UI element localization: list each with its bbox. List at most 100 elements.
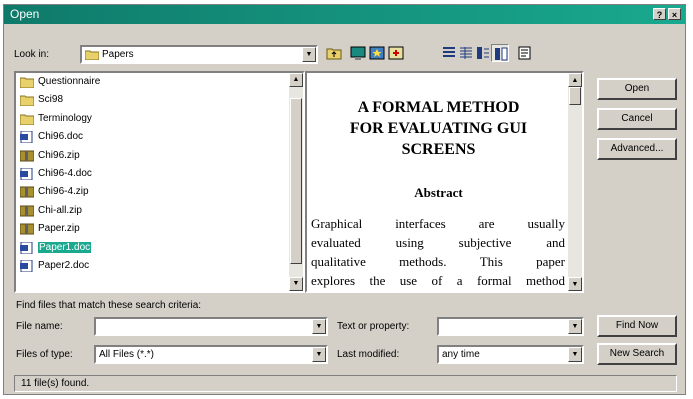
file-name: Chi96-4.doc [38, 168, 92, 179]
file-list-scrollbar[interactable]: ▲ ▼ [289, 73, 303, 291]
last-modified-select[interactable]: any time ▼ [437, 345, 584, 364]
file-name: Terminology [38, 112, 92, 124]
status-bar: 11 file(s) found. [14, 375, 677, 392]
look-in-value: Papers [102, 49, 134, 60]
desktop-icon[interactable] [349, 44, 367, 62]
abstract-word: subjective [458, 235, 512, 250]
word-doc-icon [20, 130, 34, 144]
abstract-word: interfaces [395, 216, 446, 231]
abstract-line: evaluated using subjective and [311, 233, 565, 252]
preview-title: A FORMAL METHOD FOR EVALUATING GUI SCREE… [307, 97, 570, 160]
preview-abstract-text: Graphical interfaces are usually evaluated us… [311, 214, 565, 290]
look-in-label: Look in: [14, 49, 50, 60]
folder-icon [19, 94, 35, 107]
zip-icon [19, 186, 35, 198]
text-property-field[interactable]: ▼ [437, 317, 584, 336]
file-name-label: File name: [16, 321, 63, 332]
up-folder-icon[interactable] [325, 44, 343, 62]
properties-view-icon[interactable] [474, 44, 492, 62]
scroll-down-icon[interactable]: ▼ [568, 277, 582, 291]
abstract-word: of [431, 273, 443, 288]
scroll-down-icon[interactable]: ▼ [289, 277, 303, 291]
folder-icon [85, 50, 99, 60]
abstract-line: Graphical interfaces are usually [311, 214, 565, 233]
abstract-word: and [546, 235, 565, 250]
title-bar: Open ? × [4, 5, 685, 24]
files-of-type-select[interactable]: All Files (*.*) ▼ [94, 345, 328, 364]
folder-icon [19, 113, 35, 126]
search-heading: Find files that match these search crite… [16, 300, 202, 311]
abstract-word: the [369, 273, 386, 288]
text-property-label: Text or property: [337, 321, 410, 332]
preview-view-icon[interactable] [491, 44, 509, 62]
chevron-down-icon[interactable]: ▼ [312, 347, 326, 362]
scroll-up-icon[interactable]: ▲ [289, 73, 303, 87]
cancel-button[interactable]: Cancel [597, 108, 677, 130]
file-name: Chi-all.zip [38, 204, 82, 216]
abstract-word: usually [527, 216, 565, 231]
details-view-icon[interactable] [457, 44, 475, 62]
zip-icon [19, 205, 35, 217]
file-name: Paper1.doc [38, 241, 92, 253]
files-of-type-value: All Files (*.*) [99, 349, 155, 360]
abstract-word: use [399, 273, 418, 288]
file-name: Questionnaire [38, 76, 101, 87]
chevron-down-icon[interactable]: ▼ [302, 47, 316, 62]
word-doc-icon [20, 167, 34, 181]
file-list[interactable]: Questionnaire Sci98 Terminology Chi96.doc Ch… [14, 71, 305, 293]
open-button[interactable]: Open [597, 78, 677, 100]
abstract-word: method [526, 273, 565, 288]
abstract-word: paper [536, 254, 565, 269]
list-view-icon[interactable] [440, 44, 458, 62]
word-doc-icon [20, 241, 34, 255]
find-now-button[interactable]: Find Now [597, 315, 677, 337]
zip-icon [19, 223, 35, 235]
chevron-down-icon[interactable]: ▼ [568, 319, 582, 334]
abstract-word: This [479, 254, 503, 269]
preview-title-line: SCREENS [401, 141, 476, 158]
preview-scrollbar[interactable]: ▲ ▼ [568, 73, 582, 291]
abstract-word: explores [311, 273, 356, 288]
look-in-combo[interactable]: Papers ▼ [80, 45, 318, 64]
abstract-word: formal [476, 273, 512, 288]
abstract-word: are [478, 216, 495, 231]
favorites-icon[interactable] [368, 44, 386, 62]
folder-icon [19, 76, 35, 89]
file-name-field[interactable]: ▼ [94, 317, 328, 336]
abstract-line: qualitative methods. This paper [311, 252, 565, 271]
scroll-up-icon[interactable]: ▲ [568, 73, 582, 87]
preview-title-line: A FORMAL METHOD [357, 99, 520, 116]
abstract-word: qualitative [311, 254, 366, 269]
file-name: Chi96.zip [38, 149, 80, 161]
abstract-word: methods. [399, 254, 447, 269]
window-title: Open [10, 7, 40, 21]
advanced-button[interactable]: Advanced... [597, 138, 677, 160]
chevron-down-icon[interactable]: ▼ [312, 319, 326, 334]
abstract-word: evaluated [311, 235, 361, 250]
add-favorites-icon[interactable] [387, 44, 405, 62]
file-name: Paper2.doc [38, 260, 90, 271]
file-name: Paper.zip [38, 223, 80, 235]
chevron-down-icon[interactable]: ▼ [568, 347, 582, 362]
preview-abstract-heading: Abstract [414, 185, 463, 200]
last-modified-label: Last modified: [337, 349, 400, 360]
last-modified-value: any time [442, 349, 480, 360]
commands-icon[interactable] [516, 44, 534, 62]
abstract-line: explores the use of a formal method [311, 271, 565, 290]
files-of-type-label: Files of type: [16, 349, 73, 360]
file-name: Sci98 [38, 94, 64, 106]
preview-title-line: FOR EVALUATING GUI [349, 120, 528, 137]
file-name: Chi96-4.zip [38, 186, 89, 198]
new-search-button[interactable]: New Search [597, 343, 677, 365]
close-button[interactable]: × [668, 8, 681, 20]
scroll-thumb[interactable] [569, 87, 581, 105]
preview-pane: A FORMAL METHOD FOR EVALUATING GUI SCREE… [305, 71, 584, 293]
abstract-word: Graphical [311, 216, 363, 231]
open-dialog: Open ? × Look in: Papers ▼ Questionnaire… [3, 4, 686, 395]
help-button[interactable]: ? [653, 8, 666, 20]
status-text: 11 file(s) found. [21, 378, 90, 389]
zip-icon [19, 150, 35, 162]
word-doc-icon [20, 259, 34, 273]
scroll-thumb[interactable] [290, 98, 302, 264]
file-name: Chi96.doc [38, 131, 84, 143]
